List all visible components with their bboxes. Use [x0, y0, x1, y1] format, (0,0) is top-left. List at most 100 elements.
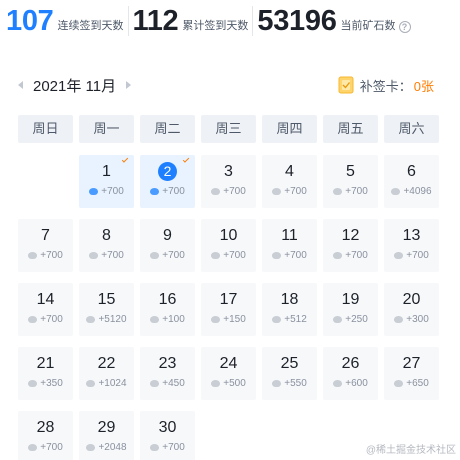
day-cell[interactable]: 12 +700 [323, 219, 378, 272]
day-cell[interactable]: 30 +700 [140, 411, 195, 460]
reward-amount: +700 [40, 250, 63, 261]
day-reward: +700 [18, 314, 73, 325]
ore-icon [333, 316, 343, 323]
reward-amount: +512 [284, 314, 307, 325]
reward-amount: +700 [406, 250, 429, 261]
day-reward: +700 [384, 250, 439, 261]
makeup-card-info[interactable]: 补签卡： 0张 [338, 74, 434, 96]
day-number: 26 [341, 355, 360, 372]
ore-icon [150, 316, 160, 323]
day-reward: +700 [140, 442, 195, 453]
day-reward: +1024 [79, 378, 134, 389]
ore-icon [28, 316, 38, 323]
reward-amount: +700 [40, 442, 63, 453]
ore-icon [86, 316, 96, 323]
ore-icon [272, 380, 282, 387]
reward-amount: +700 [345, 250, 368, 261]
day-reward: +700 [18, 250, 73, 261]
reward-amount: +600 [345, 378, 368, 389]
ore-icon [28, 444, 38, 451]
day-cell[interactable]: 7 +700 [18, 219, 73, 272]
day-cell[interactable]: 24 +500 [201, 347, 256, 400]
day-cell[interactable]: 19 +250 [323, 283, 378, 336]
reward-amount: +4096 [403, 186, 432, 197]
reward-amount: +700 [345, 186, 368, 197]
empty-day-cell [18, 155, 73, 208]
card-icon [338, 76, 354, 94]
weekday-label: 周三 [201, 115, 256, 143]
day-number: 20 [402, 291, 421, 308]
day-cell[interactable]: 28 +700 [18, 411, 73, 460]
day-cell[interactable]: 8 +700 [79, 219, 134, 272]
reward-amount: +1024 [98, 378, 127, 389]
day-cell[interactable]: 20 +300 [384, 283, 439, 336]
day-cell[interactable]: 26 +600 [323, 347, 378, 400]
consecutive-days-label: 连续签到天数 [57, 20, 124, 32]
day-reward: +700 [79, 250, 134, 261]
day-reward: +700 [201, 186, 256, 197]
day-cell[interactable]: 16 +100 [140, 283, 195, 336]
day-cell[interactable]: 29 +2048 [79, 411, 134, 460]
day-number: 16 [158, 291, 177, 308]
help-icon[interactable]: ? [398, 21, 411, 33]
day-cell[interactable]: 23 +450 [140, 347, 195, 400]
ore-icon [211, 188, 221, 195]
ore-icon [211, 316, 221, 323]
day-number: 9 [163, 227, 172, 244]
total-days-value: 112 [132, 5, 179, 37]
stat-divider [127, 6, 129, 36]
next-month-icon[interactable] [126, 81, 132, 89]
day-number: 21 [36, 355, 55, 372]
day-reward: +500 [201, 378, 256, 389]
reward-amount: +650 [406, 378, 429, 389]
reward-amount: +700 [223, 186, 246, 197]
ore-icon [86, 380, 96, 387]
day-reward: +350 [18, 378, 73, 389]
reward-amount: +150 [223, 314, 246, 325]
day-number: 12 [341, 227, 360, 244]
month-navigation: 2021年 11月 [18, 74, 132, 96]
day-cell[interactable]: 21 +350 [18, 347, 73, 400]
day-cell[interactable]: 14 +700 [18, 283, 73, 336]
day-cell[interactable]: 1 +700 [79, 155, 134, 208]
day-cell[interactable]: 27 +650 [384, 347, 439, 400]
day-number: 24 [219, 355, 238, 372]
day-number: 3 [224, 163, 233, 180]
day-cell[interactable]: 2 +700 [140, 155, 195, 208]
day-cell[interactable]: 15 +5120 [79, 283, 134, 336]
day-cell[interactable]: 11 +700 [262, 219, 317, 272]
day-reward: +250 [323, 314, 378, 325]
day-cell[interactable]: 10 +700 [201, 219, 256, 272]
day-cell[interactable]: 25 +550 [262, 347, 317, 400]
day-number: 1 [102, 163, 111, 180]
day-number: 10 [219, 227, 238, 244]
total-stat: 112 累计签到天数 [133, 0, 249, 42]
day-reward: +100 [140, 314, 195, 325]
ore-icon [272, 316, 282, 323]
day-number: 15 [97, 291, 116, 308]
day-reward: +2048 [79, 442, 134, 453]
ore-icon [272, 188, 282, 195]
day-number: 11 [281, 227, 298, 244]
day-cell[interactable]: 22 +1024 [79, 347, 134, 400]
day-number: 4 [285, 163, 294, 180]
reward-amount: +450 [162, 378, 185, 389]
weekday-label: 周五 [323, 115, 378, 143]
day-cell[interactable]: 6 +4096 [384, 155, 439, 208]
ore-icon [211, 252, 221, 259]
ore-count-label: 当前矿石数 [340, 20, 396, 32]
ore-icon [394, 252, 404, 259]
prev-month-icon[interactable] [18, 81, 23, 89]
day-cell[interactable]: 9 +700 [140, 219, 195, 272]
day-number: 30 [158, 419, 177, 436]
day-cell[interactable]: 18 +512 [262, 283, 317, 336]
makeup-card-label: 补签卡： [359, 78, 412, 94]
day-reward: +600 [323, 378, 378, 389]
day-reward: +700 [262, 186, 317, 197]
day-cell[interactable]: 13 +700 [384, 219, 439, 272]
day-cell[interactable]: 17 +150 [201, 283, 256, 336]
day-cell[interactable]: 5 +700 [323, 155, 378, 208]
day-number: 22 [97, 355, 116, 372]
day-cell[interactable]: 3 +700 [201, 155, 256, 208]
day-cell[interactable]: 4 +700 [262, 155, 317, 208]
